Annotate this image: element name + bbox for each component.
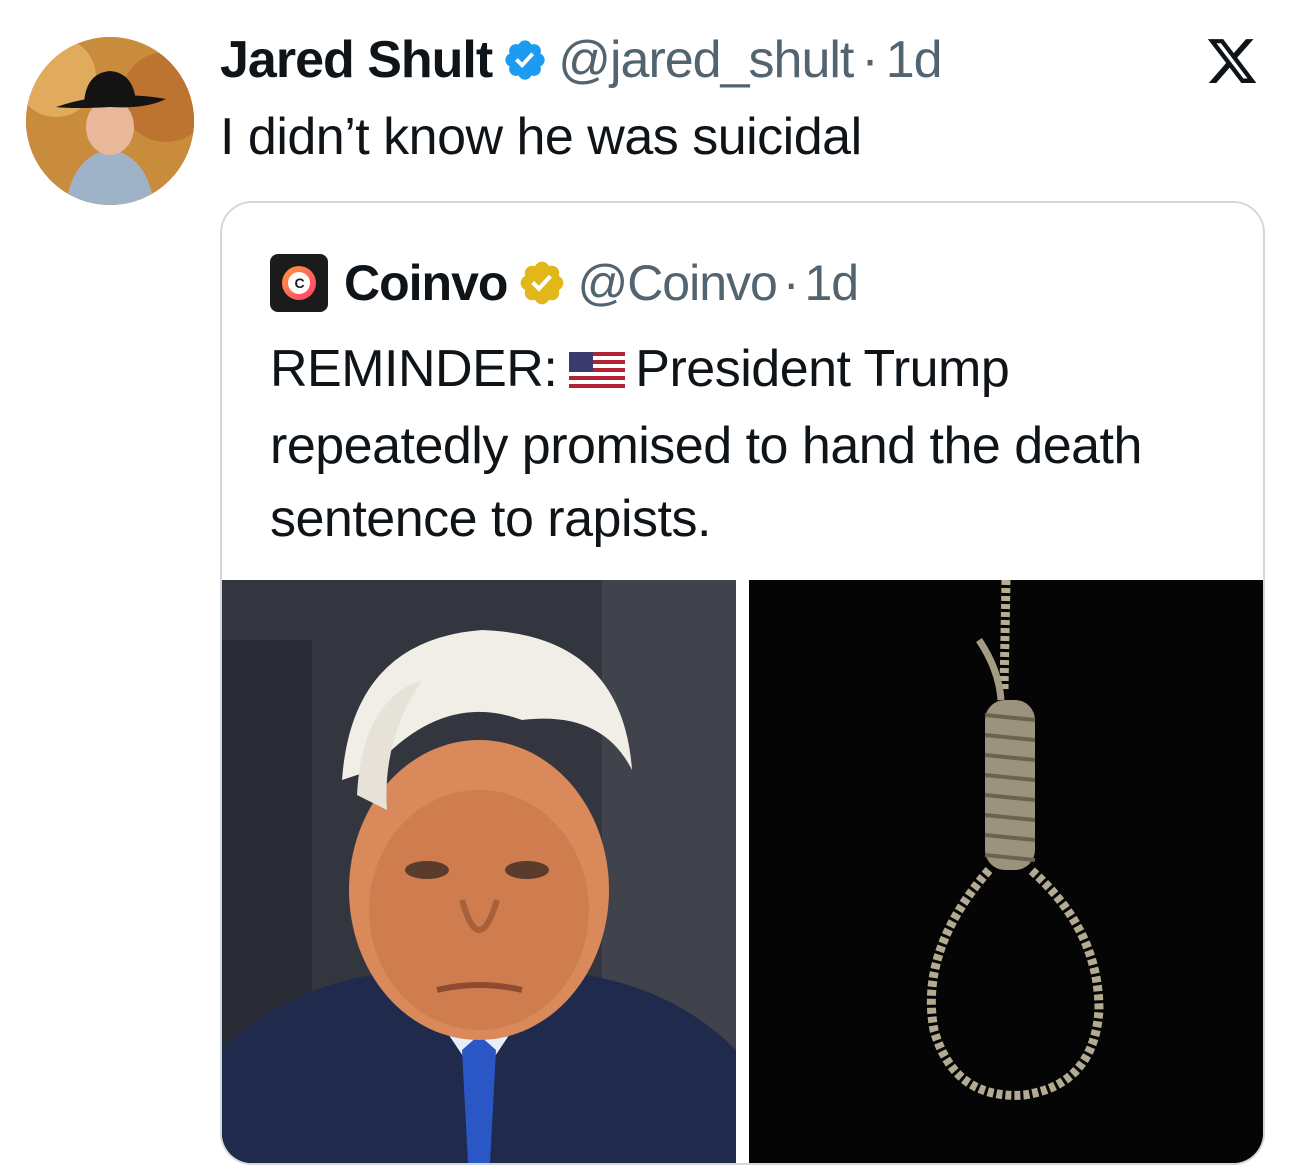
separator-dot: · bbox=[861, 31, 878, 89]
avatar-photo bbox=[26, 37, 194, 205]
quoted-author-handle[interactable]: @Coinvo bbox=[577, 254, 777, 312]
author-handle[interactable]: @jared_shult bbox=[558, 30, 854, 90]
quoted-tweet-card[interactable]: C Coinvo @Coinvo · 1d REMINDER: Presiden… bbox=[220, 201, 1265, 1165]
us-flag-icon bbox=[569, 337, 626, 410]
x-logo-icon[interactable] bbox=[1204, 34, 1260, 88]
quoted-author-name[interactable]: Coinvo bbox=[344, 254, 508, 312]
coinvo-logo-letter: C bbox=[294, 275, 304, 291]
verified-badge-icon bbox=[505, 40, 545, 80]
quoted-text-prefix: REMINDER: bbox=[270, 340, 558, 398]
portrait-photo[interactable] bbox=[222, 580, 736, 1163]
quoted-media-grid bbox=[222, 580, 1263, 1163]
quoted-tweet-header: C Coinvo @Coinvo · 1d bbox=[270, 251, 860, 315]
coinvo-logo-icon: C bbox=[282, 266, 316, 300]
quoted-timestamp[interactable]: 1d bbox=[805, 254, 860, 312]
quoted-separator-dot: · bbox=[782, 255, 800, 311]
quoted-tweet-text: REMINDER: President Trump repeatedly pro… bbox=[270, 333, 1230, 556]
author-name[interactable]: Jared Shult bbox=[220, 30, 493, 90]
gold-verified-badge-icon bbox=[521, 261, 564, 305]
quoted-author-avatar[interactable]: C bbox=[270, 254, 328, 312]
author-avatar[interactable] bbox=[26, 37, 194, 205]
noose-photo[interactable] bbox=[749, 580, 1263, 1163]
tweet-header: Jared Shult @jared_shult · 1d bbox=[220, 28, 943, 92]
tweet-text: I didn’t know he was suicidal bbox=[220, 108, 862, 166]
timestamp[interactable]: 1d bbox=[886, 30, 943, 90]
